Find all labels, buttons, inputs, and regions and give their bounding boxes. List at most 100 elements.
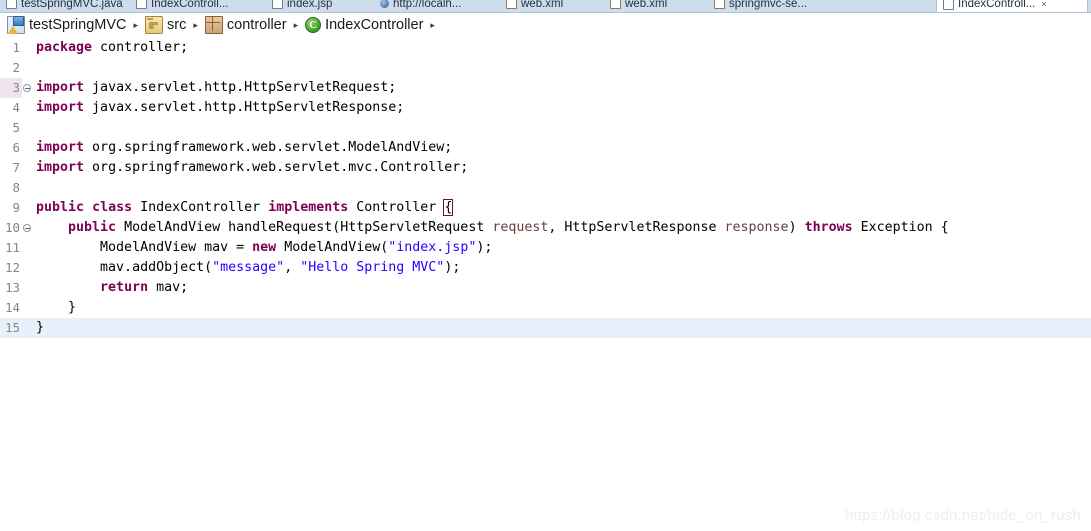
editor-tab[interactable]: http://localh... [374, 0, 492, 12]
line-number: 6 [0, 138, 22, 158]
code-editor[interactable]: 1 package controller; 2 3 import javax.servl… [0, 38, 1091, 531]
fold-gutter-spacer [22, 278, 34, 298]
line-number: 15 [0, 318, 22, 338]
editor-tab[interactable]: web.xml [604, 0, 700, 12]
fold-gutter-spacer [22, 238, 34, 258]
code-line[interactable]: 2 [0, 58, 1091, 78]
breadcrumb-item-label: controller [226, 16, 287, 33]
code-line-text[interactable] [34, 58, 1091, 78]
code-line-text[interactable] [34, 178, 1091, 198]
xml-file-icon [610, 0, 621, 9]
breadcrumb-item[interactable]: testSpringMVC [5, 15, 129, 35]
code-token: Exception { [852, 220, 949, 235]
code-line[interactable]: 6 import org.springframework.web.servlet.… [0, 138, 1091, 158]
fold-gutter-spacer [22, 158, 34, 178]
code-token: ); [444, 260, 461, 275]
code-fold-toggle-icon[interactable] [22, 218, 34, 238]
fold-gutter-spacer [22, 98, 34, 118]
watermark-text: https://blog.csdn.net/hide_on_rush [844, 507, 1081, 524]
editor-tab[interactable]: index.jsp [266, 0, 366, 12]
code-line-text[interactable]: ModelAndView mav = new ModelAndView("ind… [34, 238, 1091, 258]
fold-gutter-spacer [22, 198, 34, 218]
code-line-text[interactable]: } [34, 298, 1091, 318]
code-line-text[interactable] [34, 118, 1091, 138]
breadcrumb-separator-icon: ▸ [133, 19, 139, 30]
code-line[interactable]: 5 [0, 118, 1091, 138]
code-line-text[interactable]: import org.springframework.web.servlet.M… [34, 138, 1091, 158]
code-line[interactable]: 10 public ModelAndView handleRequest(Htt… [0, 218, 1091, 238]
code-line-text[interactable]: import org.springframework.web.servlet.m… [34, 158, 1091, 178]
code-line[interactable]: 9 public class IndexController implements… [0, 198, 1091, 218]
package-icon [204, 16, 223, 34]
code-line[interactable]: 12 mav.addObject("message", "Hello Sprin… [0, 258, 1091, 278]
code-line-text[interactable]: package controller; [34, 38, 1091, 58]
code-line-text[interactable]: public class IndexController implements … [34, 198, 1091, 218]
code-fold-toggle-icon[interactable] [22, 78, 34, 98]
code-line[interactable]: 14 } [0, 298, 1091, 318]
breadcrumb-item-label: IndexController [325, 16, 424, 33]
code-token: } [36, 300, 77, 315]
code-token: class [92, 200, 133, 215]
code-line-text[interactable]: import javax.servlet.http.HttpServletRes… [34, 98, 1091, 118]
line-number: 8 [0, 178, 22, 198]
code-line-text[interactable]: mav.addObject("message", "Hello Spring M… [34, 258, 1091, 278]
code-line-text[interactable]: public ModelAndView handleRequest(HttpSe… [34, 218, 1091, 238]
code-token: import [36, 100, 85, 115]
code-line-text[interactable]: import javax.servlet.http.HttpServletReq… [34, 78, 1091, 98]
code-line[interactable]: 11 ModelAndView mav = new ModelAndView("… [0, 238, 1091, 258]
code-line-text[interactable]: return mav; [34, 278, 1091, 298]
editor-tab[interactable]: IndexControll... × [936, 0, 1088, 12]
code-token: public [36, 200, 85, 215]
xml-file-icon [506, 0, 517, 9]
editor-tab[interactable]: IndexControll... [130, 0, 258, 12]
file-icon [136, 0, 147, 9]
code-token: import [36, 140, 85, 155]
fold-gutter-spacer [22, 38, 34, 58]
code-token: javax.servlet.http.HttpServletRequest; [84, 80, 397, 95]
breadcrumb-item[interactable]: C IndexController [303, 16, 425, 35]
line-number: 11 [0, 238, 22, 258]
code-line[interactable]: 8 [0, 178, 1091, 198]
code-token: return [100, 280, 149, 295]
line-number: 12 [0, 258, 22, 278]
code-line[interactable]: 1 package controller; [0, 38, 1091, 58]
java-file-icon [6, 0, 17, 9]
line-number: 2 [0, 58, 22, 78]
code-line-text[interactable]: } [34, 318, 1091, 338]
code-line[interactable]: 15} [0, 318, 1091, 338]
code-line[interactable]: 3 import javax.servlet.http.HttpServletRe… [0, 78, 1091, 98]
java-project-icon [7, 16, 25, 34]
line-number: 5 [0, 118, 22, 138]
editor-tab[interactable]: web.xml [500, 0, 596, 12]
editor-tab-label: testSpringMVC.java [21, 0, 123, 10]
file-icon [272, 0, 283, 9]
file-icon [943, 0, 954, 10]
editor-tab[interactable]: springmvc-se... [708, 0, 836, 12]
editor-tab-label: springmvc-se... [729, 0, 807, 10]
editor-tab[interactable]: testSpringMVC.java [0, 0, 123, 12]
editor-tab-label: IndexControll... [958, 0, 1036, 10]
fold-gutter-spacer [22, 258, 34, 278]
breadcrumb-item[interactable]: controller [203, 15, 289, 35]
fold-gutter-spacer [22, 118, 34, 138]
fold-gutter-spacer [22, 298, 34, 318]
close-icon[interactable]: × [1041, 0, 1046, 9]
code-token: IndexController [132, 200, 269, 215]
code-token: ModelAndView( [276, 240, 389, 255]
code-token: javax.servlet.http.HttpServletResponse; [84, 100, 405, 115]
code-token: import [36, 80, 85, 95]
code-token: org.springframework.web.servlet.ModelAnd… [84, 140, 453, 155]
code-line[interactable]: 7 import org.springframework.web.servlet.… [0, 158, 1091, 178]
code-token: "message" [212, 260, 285, 275]
code-token: "index.jsp" [388, 240, 477, 255]
java-class-icon: C [305, 17, 322, 33]
fold-gutter-spacer [22, 138, 34, 158]
breadcrumb-item[interactable]: src [143, 15, 188, 35]
code-token: ); [476, 240, 493, 255]
code-line[interactable]: 13 return mav; [0, 278, 1091, 298]
code-token: { [443, 199, 454, 216]
code-token: controller; [92, 40, 189, 55]
code-line[interactable]: 4 import javax.servlet.http.HttpServletRe… [0, 98, 1091, 118]
code-token: ) [788, 220, 805, 235]
